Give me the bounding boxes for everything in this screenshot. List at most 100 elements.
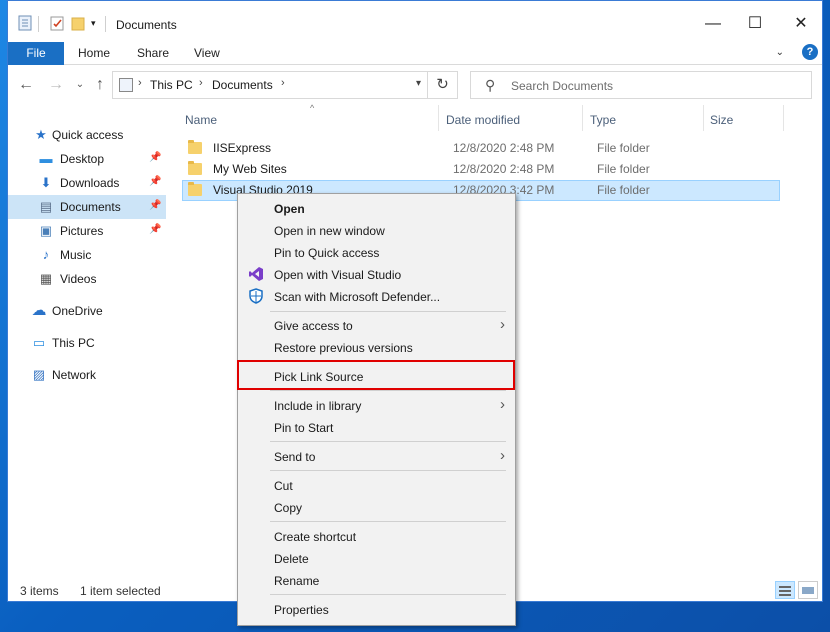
column-divider[interactable]	[438, 105, 439, 131]
column-divider[interactable]	[783, 105, 784, 131]
onedrive-icon: ☁	[31, 302, 47, 319]
close-button[interactable]: ✕	[786, 11, 816, 37]
documents-icon: ▤	[39, 199, 53, 214]
sidebar-item-desktop[interactable]: ▬ Desktop 📌	[8, 147, 166, 171]
pin-icon[interactable]: 📌	[149, 200, 161, 211]
pin-icon[interactable]: 📌	[149, 176, 161, 187]
breadcrumb-this-pc[interactable]: This PC	[150, 78, 193, 92]
address-bar[interactable]: › This PC › Documents › ▾	[112, 71, 428, 99]
sidebar-item-pictures[interactable]: ▣ Pictures 📌	[8, 219, 166, 243]
column-header-size[interactable]: Size	[710, 113, 733, 127]
folder-icon	[188, 161, 202, 175]
checkmark-icon[interactable]	[50, 15, 64, 31]
back-button[interactable]: ←	[16, 75, 36, 95]
breadcrumb-separator[interactable]: ›	[199, 77, 203, 89]
recent-locations-button[interactable]: ⌄	[70, 75, 90, 95]
menu-item-label: Give access to	[274, 319, 353, 333]
sidebar-item-this-pc[interactable]: ▭ This PC	[8, 331, 166, 355]
menu-item-cut[interactable]: Cut	[240, 474, 513, 496]
sidebar-item-videos[interactable]: ▦ Videos	[8, 267, 166, 291]
forward-button[interactable]: →	[46, 75, 66, 95]
table-row[interactable]: IISExpress 12/8/2020 2:48 PM File folder	[182, 138, 780, 159]
column-header-name[interactable]: Name	[185, 113, 217, 127]
details-view-button[interactable]	[775, 581, 795, 599]
sidebar-item-label: Network	[52, 368, 97, 382]
sidebar-item-documents[interactable]: ▤ Documents 📌	[8, 195, 166, 219]
expand-ribbon-icon[interactable]: ⌄	[776, 47, 784, 58]
documents-location-icon	[119, 78, 133, 92]
column-divider[interactable]	[582, 105, 583, 131]
new-folder-icon[interactable]	[71, 15, 85, 31]
file-date: 12/8/2020 2:48 PM	[453, 141, 555, 155]
title-divider	[105, 16, 106, 32]
column-header-type[interactable]: Type	[590, 113, 616, 127]
menu-item-create-shortcut[interactable]: Create shortcut	[240, 525, 513, 547]
menu-item-label: Create shortcut	[274, 530, 357, 544]
menu-item-copy[interactable]: Copy	[240, 496, 513, 518]
sidebar-item-downloads[interactable]: ⬇ Downloads 📌	[8, 171, 166, 195]
menu-item-send-to[interactable]: Send to ›	[240, 445, 513, 467]
downloads-icon: ⬇	[40, 175, 52, 190]
tab-file[interactable]: File	[8, 42, 64, 65]
submenu-arrow-icon: ›	[500, 447, 505, 464]
minimize-button[interactable]: —	[698, 11, 728, 37]
menu-item-pin-quick-access[interactable]: Pin to Quick access	[240, 241, 513, 263]
large-icons-view-button[interactable]	[798, 581, 818, 599]
search-input[interactable]: ⚲ Search Documents	[470, 71, 812, 99]
qa-divider	[38, 16, 39, 32]
menu-item-give-access[interactable]: Give access to ›	[240, 314, 513, 336]
sidebar-item-quick-access[interactable]: ★ Quick access	[8, 123, 166, 147]
sidebar-item-music[interactable]: ♪ Music	[8, 243, 166, 267]
item-count: 3 items	[20, 584, 59, 598]
window-title: Documents	[116, 18, 177, 32]
sidebar-item-onedrive[interactable]: ☁ OneDrive	[8, 299, 166, 323]
pin-icon[interactable]: 📌	[149, 224, 161, 235]
properties-icon[interactable]	[18, 15, 32, 31]
tab-share[interactable]: Share	[137, 42, 169, 65]
menu-item-pin-start[interactable]: Pin to Start	[240, 416, 513, 438]
help-icon[interactable]: ?	[802, 44, 818, 60]
menu-separator	[270, 470, 506, 471]
sidebar-item-label: Music	[60, 248, 92, 262]
menu-item-label: Include in library	[274, 399, 362, 413]
file-type: File folder	[597, 162, 650, 176]
column-header-date-modified[interactable]: Date modified	[446, 113, 520, 127]
breadcrumb-documents[interactable]: Documents	[212, 78, 273, 92]
pictures-icon: ▣	[39, 223, 53, 238]
breadcrumb-separator[interactable]: ›	[138, 77, 142, 89]
file-name: IISExpress	[213, 141, 272, 155]
address-dropdown-icon[interactable]: ▾	[416, 78, 421, 89]
tab-view[interactable]: View	[194, 42, 220, 65]
menu-item-properties[interactable]: Properties	[240, 598, 513, 620]
menu-item-delete[interactable]: Delete	[240, 547, 513, 569]
breadcrumb-separator[interactable]: ›	[281, 77, 285, 89]
menu-item-label: Cut	[274, 479, 293, 493]
menu-item-open-new-window[interactable]: Open in new window	[240, 219, 513, 241]
menu-item-label: Restore previous versions	[274, 341, 413, 355]
customize-toolbar-icon[interactable]: ▾	[91, 15, 105, 31]
menu-item-open[interactable]: Open	[240, 197, 513, 219]
refresh-button[interactable]: ↻	[428, 71, 458, 99]
column-divider[interactable]	[703, 105, 704, 131]
menu-item-restore-versions[interactable]: Restore previous versions	[240, 336, 513, 358]
file-date: 12/8/2020 2:48 PM	[453, 162, 555, 176]
menu-item-rename[interactable]: Rename	[240, 569, 513, 591]
menu-item-scan-defender[interactable]: Scan with Microsoft Defender...	[240, 285, 513, 307]
tab-home[interactable]: Home	[78, 42, 110, 65]
pin-icon[interactable]: 📌	[149, 152, 161, 163]
menu-item-open-visual-studio[interactable]: Open with Visual Studio	[240, 263, 513, 285]
sidebar-item-network[interactable]: ▨ Network	[8, 363, 166, 387]
search-placeholder: Search Documents	[511, 79, 614, 93]
sidebar-item-label: This PC	[52, 336, 95, 350]
maximize-button[interactable]: ☐	[740, 11, 770, 37]
visual-studio-icon	[248, 266, 264, 282]
menu-item-label: Send to	[274, 450, 316, 464]
file-type: File folder	[597, 183, 650, 197]
menu-item-include-library[interactable]: Include in library ›	[240, 394, 513, 416]
table-row[interactable]: My Web Sites 12/8/2020 2:48 PM File fold…	[182, 159, 780, 180]
file-name: My Web Sites	[213, 162, 287, 176]
menu-item-label: Copy	[274, 501, 303, 515]
star-icon: ★	[35, 127, 47, 142]
up-button[interactable]: ↑	[90, 75, 110, 95]
menu-item-label: Open in new window	[274, 224, 385, 238]
